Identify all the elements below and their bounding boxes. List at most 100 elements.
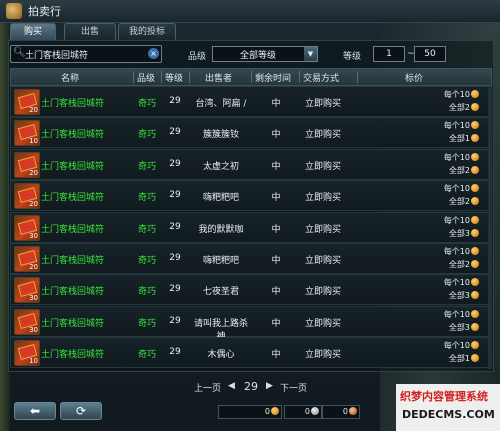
prev-arrow-icon[interactable]: ◀: [228, 381, 235, 391]
unit-price: 每个10: [444, 246, 479, 257]
unit-price: 每个10: [444, 309, 479, 320]
item-quantity: 20: [29, 169, 38, 177]
gold-coin-icon: [471, 166, 479, 174]
item-trade-mode: 立即购买: [304, 256, 341, 266]
total-price: 全部2: [449, 196, 479, 207]
col-mode[interactable]: 交易方式: [303, 71, 339, 84]
item-seller: 七夜圣君: [202, 287, 239, 297]
scroll-item-icon[interactable]: 30: [14, 309, 40, 335]
level-min-input[interactable]: 1: [373, 46, 405, 62]
unit-price-value: 每个10: [443, 184, 470, 193]
back-button[interactable]: ⬅: [14, 402, 56, 420]
gold-coin-icon: [471, 134, 479, 142]
scroll-item-icon[interactable]: 20: [14, 89, 40, 115]
item-quantity: 20: [29, 200, 38, 208]
table-row[interactable]: 10 土门客栈回城符 奇巧 29 木偶心 中 立即购买 每个10 全部1: [10, 337, 492, 368]
next-arrow-icon[interactable]: ▶: [266, 381, 273, 391]
item-time-left: 中: [271, 99, 281, 109]
tab-buy[interactable]: 购买: [10, 23, 56, 40]
table-row[interactable]: 20 土门客栈回城符 奇巧 29 台湾、阿扁 / 中 立即购买 每个10 全部2: [10, 86, 492, 117]
total-price-value: 全部2: [448, 166, 470, 175]
pager: 上一页 ◀ 29 ▶ 下一页: [180, 380, 340, 394]
total-price: 全部1: [449, 133, 479, 144]
item-grade: 奇巧: [137, 193, 156, 203]
item-quantity: 30: [29, 294, 38, 302]
table-row[interactable]: 20 土门客栈回城符 奇巧 29 太虚之初 中 立即购买 每个10 全部2: [10, 149, 492, 180]
table-row[interactable]: 20 土门客栈回城符 奇巧 29 嗨粑粑吧 中 立即购买 每个10 全部2: [10, 243, 492, 274]
prev-page-link[interactable]: 上一页: [194, 381, 221, 394]
scroll-item-icon[interactable]: 20: [14, 246, 40, 272]
table-row[interactable]: 20 土门客栈回城符 奇巧 29 嗨粑粑吧 中 立即购买 每个10 全部2: [10, 180, 492, 211]
auction-icon: [6, 3, 22, 19]
gold-coin-icon: [471, 90, 479, 98]
total-price: 全部3: [449, 290, 479, 301]
tab-my-bids[interactable]: 我的投标: [118, 23, 176, 40]
scroll-item-icon[interactable]: 30: [14, 215, 40, 241]
total-price-value: 全部1: [448, 134, 470, 143]
total-price: 全部2: [449, 259, 479, 270]
item-quantity: 30: [29, 232, 38, 240]
table-row[interactable]: 30土门客栈回城符奇巧29请叫我上路杀神中立即购买每个10全部3: [10, 306, 492, 342]
silver-coin-icon: [311, 407, 319, 415]
next-page-link[interactable]: 下一页: [280, 381, 307, 394]
scroll-item-icon[interactable]: 10: [14, 340, 40, 366]
tab-sell[interactable]: 出售: [64, 23, 116, 40]
bronze-coin-icon: [349, 407, 357, 415]
total-price: 全部3: [449, 322, 479, 333]
col-time[interactable]: 剩余时间: [255, 71, 291, 84]
col-grade[interactable]: 品级: [137, 71, 155, 84]
item-time-left: 中: [271, 319, 281, 329]
clear-search-icon[interactable]: ×: [148, 48, 159, 59]
unit-price: 每个10: [444, 152, 479, 163]
item-quantity: 20: [29, 263, 38, 271]
scroll-item-icon[interactable]: 20: [14, 152, 40, 178]
scroll-item-icon[interactable]: 30: [14, 277, 40, 303]
level-label: 等级: [343, 52, 362, 62]
title-bar: 拍卖行: [0, 0, 500, 23]
item-level: 29: [169, 96, 181, 106]
unit-price: 每个10: [444, 89, 479, 100]
item-trade-mode: 立即购买: [304, 350, 341, 360]
scrollbar[interactable]: [488, 86, 492, 369]
scroll-item-icon[interactable]: 20: [14, 183, 40, 209]
table-row[interactable]: 30 土门客栈回城符 奇巧 29 我的默默咖 中 立即购买 每个10 全部3: [10, 212, 492, 243]
item-trade-mode: 立即购买: [304, 225, 341, 235]
item-level: 29: [169, 253, 181, 263]
item-time-left: 中: [271, 193, 281, 203]
item-level: 29: [169, 127, 181, 137]
level-max-input[interactable]: 50: [414, 46, 446, 62]
col-seller[interactable]: 出售者: [205, 71, 232, 84]
refresh-button[interactable]: ⟳: [60, 402, 102, 420]
gold-coin-icon: [471, 153, 479, 161]
watermark-line1: 织梦内容管理系统: [400, 390, 488, 403]
chevron-down-icon[interactable]: ▼: [304, 47, 317, 61]
window-title: 拍卖行: [28, 5, 61, 18]
total-price: 全部3: [449, 228, 479, 239]
item-name: 土门客栈回城符: [41, 287, 105, 297]
item-trade-mode: 立即购买: [304, 162, 341, 172]
item-seller: 嗨粑粑吧: [202, 256, 239, 266]
unit-price-value: 每个10: [443, 216, 470, 225]
total-price-value: 全部3: [448, 291, 470, 300]
total-price: 全部2: [449, 165, 479, 176]
col-level[interactable]: 等级: [165, 71, 183, 84]
scroll-item-icon[interactable]: 10: [14, 120, 40, 146]
grade-select[interactable]: 全部等级 ▼: [212, 46, 318, 62]
col-price[interactable]: 标价: [405, 71, 423, 84]
col-name[interactable]: 名称: [61, 71, 79, 84]
item-grade: 奇巧: [137, 256, 156, 266]
item-seller: 太虚之初: [202, 162, 239, 172]
unit-price: 每个10: [444, 277, 479, 288]
item-trade-mode: 立即购买: [304, 287, 341, 297]
divider: [357, 71, 358, 83]
item-grade: 奇巧: [137, 162, 156, 172]
table-row[interactable]: 10 土门客栈回城符 奇巧 29 簇簇簇钕 中 立即购买 每个10 全部1: [10, 117, 492, 148]
search-input[interactable]: 🔍︎ 土门客栈回城符 ×: [10, 45, 162, 63]
table-row[interactable]: 30 土门客栈回城符 奇巧 29 七夜圣君 中 立即购买 每个10 全部3: [10, 274, 492, 305]
item-time-left: 中: [271, 287, 281, 297]
item-time-left: 中: [271, 350, 281, 360]
bronze-field: 0: [322, 405, 360, 419]
total-price-value: 全部1: [448, 354, 470, 363]
total-price-value: 全部3: [448, 229, 470, 238]
unit-price-value: 每个10: [443, 153, 470, 162]
